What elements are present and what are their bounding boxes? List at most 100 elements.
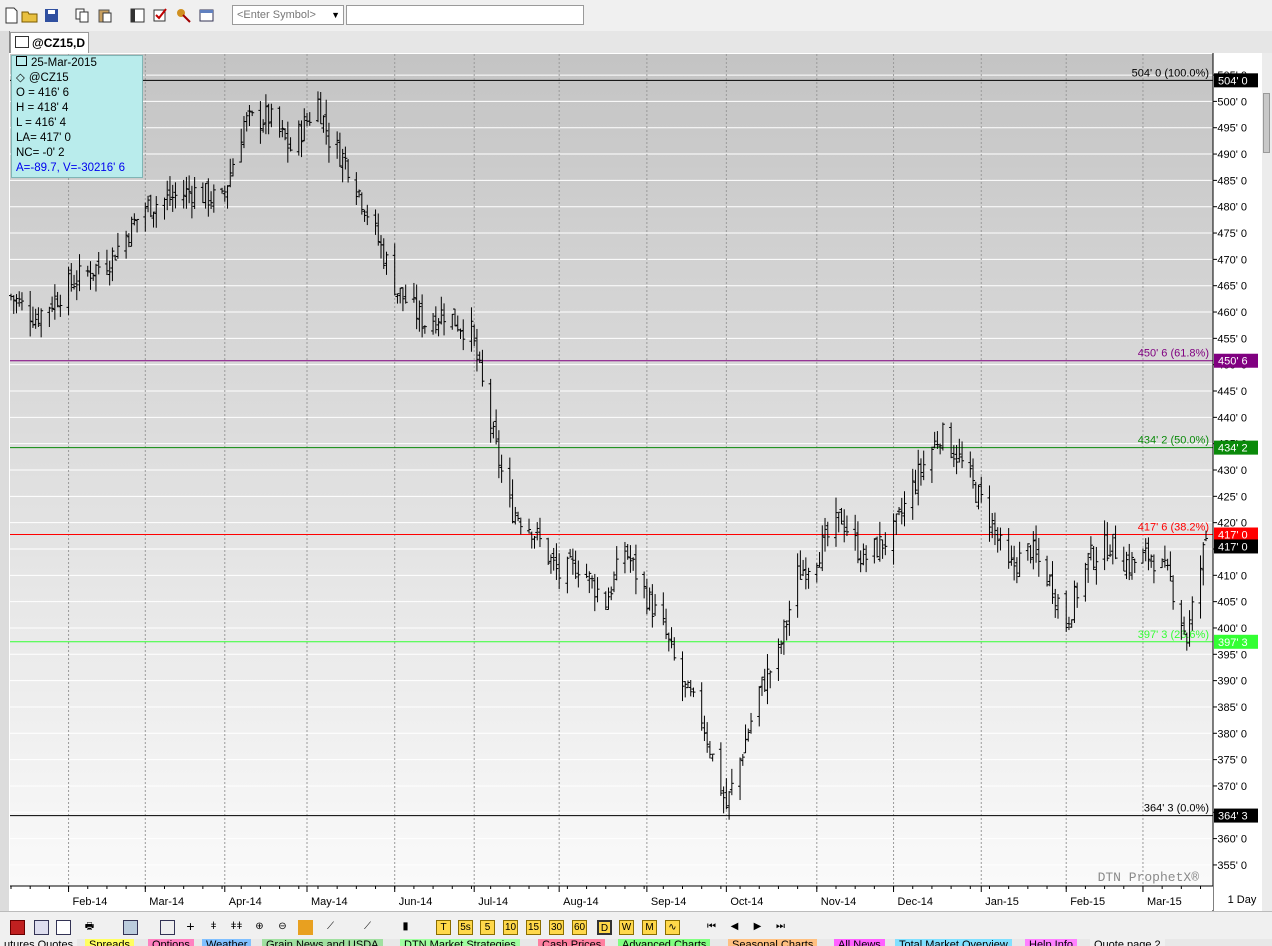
fib-label: 417' 6 (38.2%) [1138,522,1209,534]
date-tick-label: Mar-15 [1147,896,1182,908]
trendline-icon[interactable]: ⟋ [360,920,375,935]
tab-seasonal-charts[interactable]: Seasonal Charts [728,939,818,946]
ohlc-open: O = 416' 6 [16,87,70,99]
last-page-icon[interactable]: ⏭ [773,920,788,935]
ohlc-high: H = 418' 4 [16,102,69,114]
five-second-button[interactable]: 5s [458,920,473,935]
fib-label: 434' 2 (50.0%) [1138,435,1209,447]
tab-grain-news[interactable]: Grain News and USDA [262,939,383,946]
new-document-icon[interactable] [3,7,20,24]
price-tick-label: 405' 0 [1217,597,1247,609]
draw-tool-icon[interactable]: ⟋ [323,920,338,935]
chart-window-icon[interactable] [123,920,138,935]
fib-badge-label: 434' 2 [1218,443,1248,455]
price-tick-label: 400' 0 [1217,623,1247,635]
monthly-button[interactable]: M [642,920,657,935]
tab-options[interactable]: Options [148,939,194,946]
table-view-icon[interactable] [56,920,71,935]
price-tick-label: 475' 0 [1217,228,1247,240]
checklist-icon[interactable] [152,7,169,24]
date-tick-label: Feb-15 [1070,896,1105,908]
date-tick-label: Apr-14 [229,896,262,908]
indicator-icon[interactable] [298,920,313,935]
fib-badge-label: 364' 3 [1218,811,1248,823]
price-tick-label: 370' 0 [1217,781,1247,793]
paste-icon[interactable] [97,7,114,24]
previous-icon[interactable]: ◀ [727,920,742,935]
tab-total-market-overview[interactable]: Total Market Overview [895,939,1012,946]
tab-spreads[interactable]: Spreads [85,939,134,946]
next-icon[interactable]: ▶ [750,920,765,935]
tab-weather[interactable]: Weather [202,939,252,946]
diamond-icon: ◇ [16,72,25,84]
tab-market-strategies[interactable]: DTN Market Strategies [400,939,520,946]
symbol-dropdown[interactable]: <Enter Symbol> ▼ [232,5,344,25]
open-folder-icon[interactable] [21,7,38,24]
price-tick-label: 470' 0 [1217,254,1247,266]
tab-all-news[interactable]: All News [834,939,885,946]
ohlc-date: 25-Mar-2015 [31,57,97,69]
price-tick-label: 490' 0 [1217,149,1247,161]
date-tick-label: Nov-14 [821,896,856,908]
first-page-icon[interactable]: ⏮ [704,920,719,935]
crosshair-icon[interactable]: + [183,919,198,935]
daily-button[interactable]: D [597,920,612,935]
price-tick-label: 390' 0 [1217,676,1247,688]
price-tick-label: 480' 0 [1217,202,1247,214]
tab-help-info[interactable]: Help Info [1025,939,1078,946]
price-tick-label: 460' 0 [1217,307,1247,319]
sixty-minute-button[interactable]: 60 [572,920,587,935]
custom-interval-button[interactable]: ∿ [665,920,680,935]
vertical-scrollbar[interactable] [1262,53,1272,911]
tab-quote-page[interactable]: Quote page 2 [1090,939,1165,946]
list-view-icon[interactable] [34,920,49,935]
save-icon[interactable] [43,7,60,24]
print-icon[interactable]: 🖶 [82,920,97,935]
price-tick-label: 455' 0 [1217,333,1247,345]
ten-minute-button[interactable]: 10 [503,920,518,935]
thirty-minute-button[interactable]: 30 [549,920,564,935]
symbol-input[interactable] [346,5,584,25]
ohlc-low: L = 416' 4 [16,117,67,129]
chevron-down-icon[interactable]: ▼ [331,6,340,24]
date-tick-label: Oct-14 [730,896,763,908]
copy-icon[interactable] [74,7,91,24]
price-tick-label: 380' 0 [1217,728,1247,740]
price-tick-label: 375' 0 [1217,755,1247,767]
chart-toolbar: 🖶 + ǂ ǂǂ ⊕ ⊖ ⟋ ⟋ ▮ T 5s 5 10 15 30 60 D … [0,911,1272,940]
zoom-out-icon[interactable]: ⊖ [275,920,290,935]
fifteen-minute-button[interactable]: 15 [526,920,541,935]
tab-cash-prices[interactable]: Cash Prices [538,939,606,946]
candle-icon[interactable]: ▮ [398,920,413,935]
layout-icon[interactable] [198,7,215,24]
fib-badge-label: 397' 3 [1218,637,1248,649]
price-chart[interactable]: 504' 0 (100.0%) 450' 6 (61.8%) 434' 2 (50.… [9,53,1262,911]
five-minute-button[interactable]: 5 [480,920,495,935]
tools-icon[interactable] [175,7,192,24]
price-tick-label: 385' 0 [1217,702,1247,714]
watermark-text: DTN ProphetX® [1098,870,1200,885]
bars-icon[interactable]: ǂǂ [229,920,244,935]
zoom-in-icon[interactable]: ⊕ [252,920,267,935]
tab-futures-quotes[interactable]: utures Quotes [0,939,78,946]
date-tick-label: Mar-14 [149,896,184,908]
interval-label[interactable]: 1 Day [1228,894,1257,906]
date-tick-label: Aug-14 [563,896,598,908]
pin-icon[interactable] [10,920,25,935]
bar-style-icon[interactable]: ǂ [206,920,221,935]
price-tick-label: 445' 0 [1217,386,1247,398]
last-price-label: 417' 0 [1218,541,1248,553]
chart-tab-label: @CZ15,D [32,36,86,50]
grid-table-icon[interactable] [160,920,175,935]
tick-chart-button[interactable]: T [436,920,451,935]
tab-chart-cz15[interactable]: @CZ15,D [10,32,89,53]
weekly-button[interactable]: W [619,920,634,935]
date-tick-label: Jan-15 [985,896,1019,908]
ohlc-extra: A=-89.7, V=-30216' 6 [16,162,125,174]
window-icon[interactable] [129,7,146,24]
calendar-icon [16,56,27,66]
tab-advanced-charts[interactable]: Advanced Charts [618,939,711,946]
date-tick-label: Dec-14 [898,896,933,908]
scroll-thumb[interactable] [1263,93,1270,153]
date-tick-label: Jun-14 [399,896,433,908]
